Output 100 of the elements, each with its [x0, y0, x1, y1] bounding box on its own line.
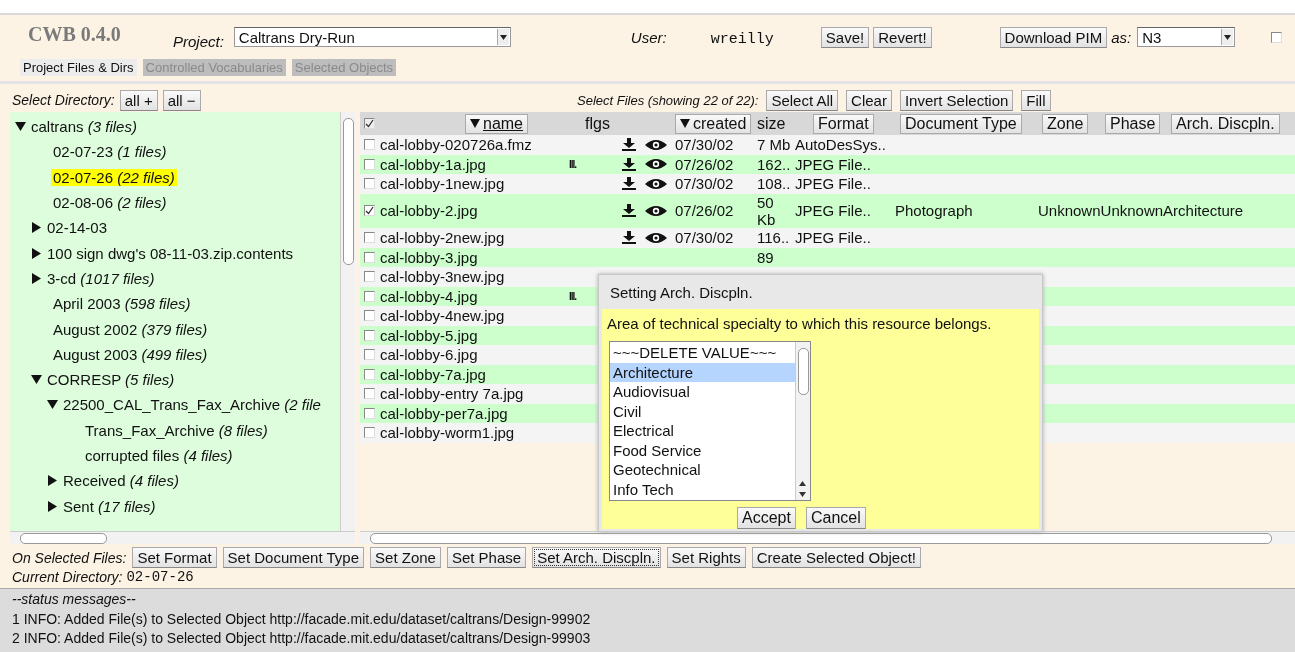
list-option[interactable]: Electrical [610, 421, 795, 441]
action-button[interactable]: Set Rights [666, 547, 746, 568]
checkbox[interactable] [363, 329, 375, 341]
scrollbar[interactable] [360, 531, 1295, 544]
collapsed-caret-icon[interactable] [47, 500, 58, 512]
created-date: 07/30/02 [675, 136, 734, 154]
list-option[interactable]: Audiovisual [610, 382, 795, 402]
eye-icon[interactable] [645, 138, 667, 151]
selection-button[interactable]: Select All [766, 89, 839, 111]
list-option[interactable]: ~~~DELETE VALUE~~~ [610, 343, 795, 363]
checkbox[interactable] [363, 310, 375, 322]
checkbox[interactable] [363, 427, 375, 439]
checkbox[interactable] [363, 290, 375, 302]
tree-item[interactable]: Sent (17 files) [61, 497, 158, 515]
column-header[interactable]: size [757, 114, 786, 133]
expanded-caret-icon[interactable] [47, 399, 58, 411]
tree-item[interactable]: 22500_CAL_Trans_Fax_Archive (2 file [61, 396, 323, 414]
download-icon[interactable] [622, 177, 636, 191]
scroll-thumb[interactable] [20, 533, 107, 544]
action-button[interactable]: Set Document Type [222, 547, 365, 568]
column-header[interactable]: Arch. Discpln. [1171, 113, 1280, 134]
tree-item[interactable]: 02-14-03 [45, 219, 110, 237]
list-option[interactable]: Architecture [610, 362, 795, 382]
tree-item[interactable]: 100 sign dwg's 08-11-03.zip.contents [45, 244, 296, 262]
list-box[interactable]: ~~~DELETE VALUE~~~ Architecture Audiovisual Civil Electrical Food Service Geotechnical Info Tech [609, 341, 811, 501]
checkbox[interactable] [363, 388, 375, 400]
checkbox[interactable] [363, 139, 375, 151]
action-button[interactable]: Set Format [132, 547, 217, 568]
header-button[interactable]: Revert! [873, 26, 932, 48]
download-icon[interactable] [622, 157, 636, 171]
collapsed-caret-icon[interactable] [31, 272, 42, 284]
tree-item[interactable]: April 2003 (598 files) [51, 295, 193, 313]
tree-item[interactable]: 02-07-23 (1 files) [51, 143, 169, 161]
column-header[interactable]: created [675, 113, 752, 134]
checkbox[interactable] [363, 158, 375, 170]
format-select[interactable]: N3 [1137, 27, 1236, 47]
checkbox[interactable] [1271, 31, 1283, 43]
tree-item[interactable]: CORRESP (5 files) [45, 371, 177, 389]
eye-icon[interactable] [645, 177, 667, 190]
scrollbar[interactable] [10, 531, 355, 544]
eye-icon[interactable] [645, 231, 667, 244]
scroll-thumb[interactable] [798, 348, 809, 395]
action-button[interactable]: Set Arch. Discpln. [532, 547, 661, 568]
tree-item[interactable]: 3-cd (1017 files) [45, 269, 157, 287]
scroll-thumb[interactable] [370, 533, 1272, 544]
download-icon[interactable] [622, 231, 636, 245]
tree-item[interactable]: 02-07-26 (22 files) [51, 168, 177, 186]
tree-item[interactable]: corrupted files (4 files) [83, 447, 235, 464]
column-header[interactable]: name [465, 113, 528, 134]
project-select[interactable]: Caltrans Dry-Run [233, 27, 511, 47]
action-button[interactable]: Create Selected Object! [751, 547, 921, 568]
checkbox[interactable] [363, 118, 375, 129]
tree-item[interactable]: Trans_Fax_Archive (8 files) [83, 421, 270, 439]
list-option[interactable]: Civil [610, 401, 795, 421]
tree-button[interactable]: all + [119, 89, 158, 111]
selection-button[interactable]: Fill [1021, 89, 1051, 111]
column-header[interactable]: Zone [1042, 113, 1089, 134]
tree-item[interactable]: Received (4 files) [61, 472, 181, 490]
eye-icon[interactable] [645, 204, 667, 217]
tree-button[interactable]: all − [162, 89, 201, 111]
collapsed-caret-icon[interactable] [31, 247, 42, 259]
list-option[interactable]: Geotechnical [610, 460, 795, 480]
download-icon[interactable] [622, 204, 636, 218]
checkbox[interactable] [363, 205, 375, 217]
tree-item[interactable]: caltrans (3 files) [29, 118, 139, 136]
action-button[interactable]: Set Zone [370, 547, 441, 568]
checkbox[interactable] [363, 368, 375, 380]
selection-button[interactable]: Clear [846, 89, 892, 111]
expanded-caret-icon[interactable] [15, 121, 26, 133]
expanded-caret-icon[interactable] [31, 374, 42, 386]
checkbox[interactable] [363, 178, 375, 190]
tab[interactable]: Project Files & Dirs [20, 59, 137, 76]
list-option[interactable]: Food Service [610, 440, 795, 460]
download-button[interactable]: Download PIM [999, 26, 1108, 48]
tree-item[interactable]: 02-08-06 (2 files) [51, 194, 169, 212]
scrollbar[interactable] [795, 342, 810, 500]
tree-item[interactable]: August 2003 (499 files) [51, 345, 210, 363]
download-icon[interactable] [622, 138, 636, 152]
collapsed-caret-icon[interactable] [31, 222, 42, 234]
tree-item[interactable]: August 2002 (379 files) [51, 320, 210, 338]
file-name: cal-lobby-7a.jpg [379, 365, 487, 383]
column-header[interactable]: Format [813, 113, 874, 134]
eye-icon[interactable] [645, 158, 667, 171]
checkbox[interactable] [363, 407, 375, 419]
scrollbar[interactable] [340, 112, 355, 531]
dialog-button[interactable]: Cancel [805, 507, 866, 529]
checkbox[interactable] [363, 349, 375, 361]
action-button[interactable]: Set Phase [446, 547, 527, 568]
selection-button[interactable]: Invert Selection [899, 89, 1014, 111]
column-header[interactable]: flgs [585, 114, 610, 133]
checkbox[interactable] [363, 251, 375, 263]
column-header[interactable]: Document Type [900, 113, 1022, 134]
checkbox[interactable] [363, 271, 375, 283]
dialog-button[interactable]: Accept [737, 507, 796, 529]
scroll-thumb[interactable] [343, 118, 354, 265]
list-option[interactable]: Info Tech [610, 479, 795, 499]
collapsed-caret-icon[interactable] [47, 475, 58, 487]
checkbox[interactable] [363, 232, 375, 244]
column-header[interactable]: Phase [1105, 113, 1161, 134]
header-button[interactable]: Save! [820, 26, 870, 48]
